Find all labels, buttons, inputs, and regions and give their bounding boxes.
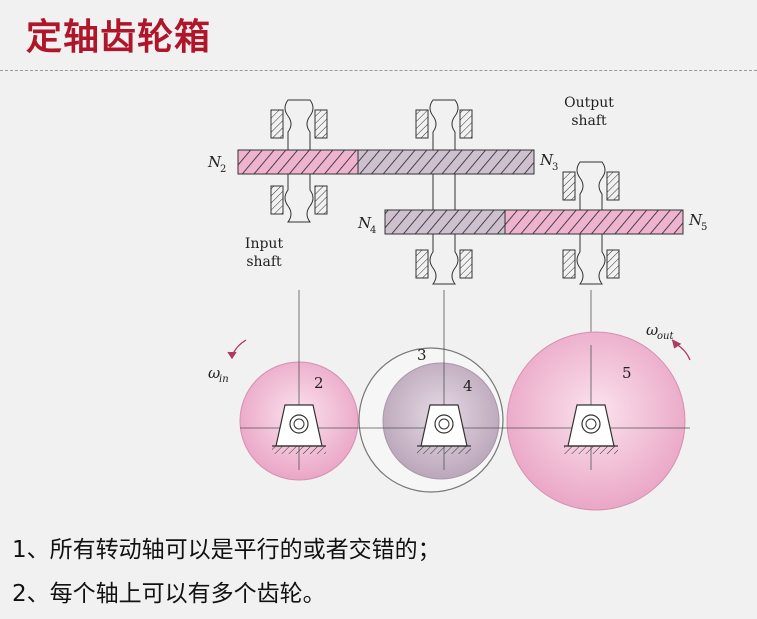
label-omega-in-sub: in <box>219 374 229 385</box>
label-omega-out-sub: out <box>657 331 674 342</box>
label-n4-sub: 4 <box>370 225 376 236</box>
omega-out-arrow <box>671 339 691 361</box>
label-gear-5: 5 <box>622 364 632 382</box>
label-gear-2: 2 <box>314 374 324 392</box>
bullet-item-1: 1、所有转动轴可以是平行的或者交错的； <box>12 537 441 563</box>
gear-n4-section <box>384 209 506 235</box>
label-n5-sub: 5 <box>701 222 707 233</box>
gear-n2-section <box>237 149 359 175</box>
gear-n3-section <box>357 149 535 175</box>
input-shaft-label-2: shaft <box>246 254 282 270</box>
counter-shaft <box>429 99 459 285</box>
label-gear-4: 4 <box>463 377 473 395</box>
label-n2-sub: 2 <box>220 164 226 175</box>
label-n3-sub: 3 <box>552 162 558 173</box>
label-gear-3: 3 <box>417 346 427 364</box>
gear-n5-section <box>504 209 684 235</box>
bullet-item-2: 2、每个轴上可以有多个齿轮。 <box>12 581 326 607</box>
output-shaft-label-1: Output <box>564 95 614 111</box>
output-shaft-label-2: shaft <box>571 113 607 129</box>
gearbox-diagram: Output shaft Input shaft N 2 N 3 N 4 N 5… <box>207 95 707 511</box>
omega-in-arrow <box>227 339 247 360</box>
center-lines <box>298 290 592 345</box>
input-shaft-label-1: Input <box>245 236 284 252</box>
